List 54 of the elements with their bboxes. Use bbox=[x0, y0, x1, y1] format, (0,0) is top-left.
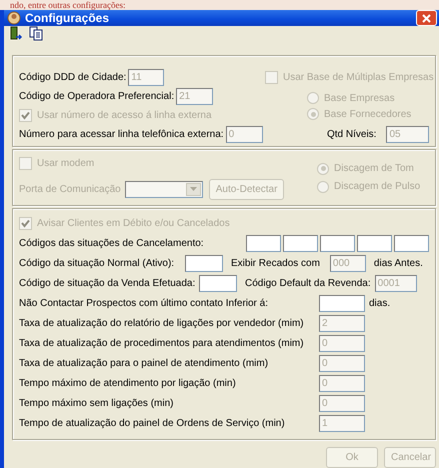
input-field[interactable] bbox=[357, 234, 392, 252]
checkbox-label: Usar número de acesso á linha externa bbox=[37, 110, 212, 121]
field-label: dias Antes. bbox=[374, 258, 423, 268]
input-field[interactable] bbox=[199, 274, 237, 292]
radio-button[interactable] bbox=[317, 180, 329, 192]
field-label: Não Contactar Prospectos com último contato Inferior á: bbox=[19, 298, 270, 308]
field-label: Tempo máximo sem ligações (min) bbox=[19, 398, 174, 408]
radio-button[interactable] bbox=[317, 162, 329, 174]
input-field[interactable]: 0001 bbox=[374, 274, 417, 292]
app-icon bbox=[7, 11, 21, 25]
field-label: Qtd Níveis: bbox=[327, 129, 376, 140]
input-field[interactable]: 0 bbox=[319, 394, 365, 412]
field-label: Taxa de atualização do relatório de ligações por vendedor (mim) bbox=[19, 318, 305, 328]
input-field[interactable]: 2 bbox=[319, 314, 365, 332]
radio-label: Discagem de Pulso bbox=[334, 181, 420, 192]
close-button[interactable] bbox=[416, 10, 437, 26]
input-field[interactable] bbox=[185, 254, 223, 272]
input-field[interactable] bbox=[394, 234, 429, 252]
exit-door-icon[interactable] bbox=[10, 26, 23, 41]
input-field[interactable]: 0 bbox=[319, 334, 365, 352]
field-label: Porta de Comunicação bbox=[19, 184, 121, 194]
input-field[interactable] bbox=[319, 294, 365, 312]
radio-button[interactable] bbox=[307, 108, 319, 120]
input-field[interactable] bbox=[320, 234, 355, 252]
input-field[interactable]: 0 bbox=[319, 354, 365, 372]
radio-button[interactable] bbox=[307, 92, 319, 104]
field-label: Taxa de atualização de procedimentos para atendimentos (mim) bbox=[19, 338, 305, 348]
field-label: Tempo de atualização do painel de Ordens de Serviço (min) bbox=[19, 418, 286, 428]
field-label: Código da situação Normal (Ativo): bbox=[19, 258, 176, 268]
input-field[interactable] bbox=[283, 234, 318, 252]
radio-label: Discagem de Tom bbox=[334, 163, 414, 174]
radio-label: Base Empresas bbox=[324, 92, 395, 104]
field-label: Código Default da Revenda: bbox=[245, 278, 371, 288]
background-text: ndo, entre outras configurações: bbox=[10, 1, 126, 10]
checkbox-label: Usar modem bbox=[37, 158, 94, 169]
field-label: dias. bbox=[369, 298, 390, 308]
close-icon bbox=[422, 14, 431, 22]
field-label: Código DDD de Cidade: bbox=[19, 72, 126, 83]
field-label: Número para acessar linha telefônica externa: bbox=[19, 129, 224, 140]
input-field[interactable]: 0 bbox=[319, 374, 365, 392]
input-field[interactable] bbox=[246, 234, 281, 252]
input-field[interactable]: 1 bbox=[319, 414, 365, 432]
radio-label: Base Fornecedores bbox=[324, 108, 412, 120]
input-field[interactable]: 000 bbox=[330, 254, 366, 272]
documents-icon[interactable] bbox=[29, 26, 43, 41]
checkbox-label: Avisar Clientes em Débito e/ou Cancelados bbox=[37, 218, 230, 229]
field-label: Código de Operadora Preferencial: bbox=[19, 91, 174, 102]
field-label: Código de situação da Venda Efetuada: bbox=[19, 278, 196, 288]
window-title: Configurações bbox=[25, 11, 110, 25]
field-label: Taxa de atualização para o painel de atendimento (mim) bbox=[19, 358, 270, 368]
field-label: Códigos das situações de Cancelamento: bbox=[19, 238, 204, 248]
field-label: Exibir Recados com bbox=[231, 258, 320, 268]
checkbox-label: Usar Base de Múltiplas Empresas bbox=[283, 72, 434, 83]
field-label: Tempo máximo de atendimento por ligação (min) bbox=[19, 378, 237, 388]
